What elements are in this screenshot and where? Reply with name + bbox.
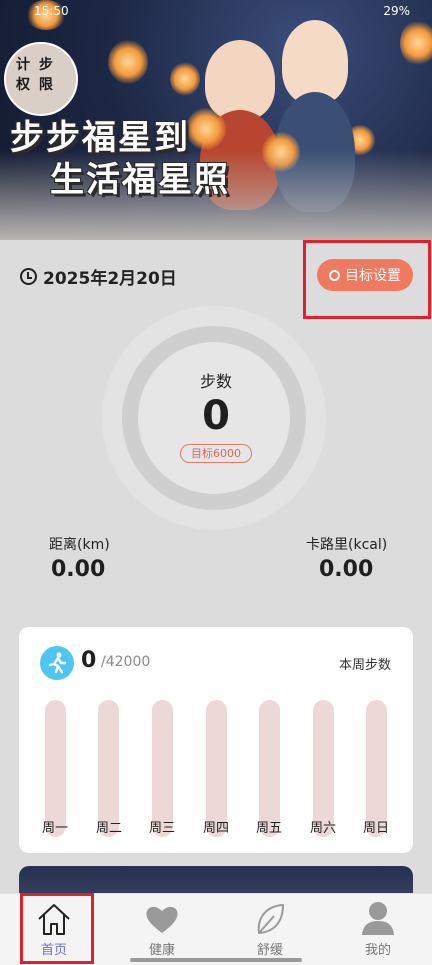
tab-mine-label: 我的 xyxy=(364,943,391,958)
running-icon xyxy=(40,646,74,680)
weekly-total: 0 xyxy=(81,648,97,673)
heart-icon xyxy=(146,906,178,933)
calories-value: 0.00 xyxy=(319,557,374,582)
calories-label: 卡路里(kcal) xyxy=(306,537,388,553)
steps-value: 0 xyxy=(202,393,230,439)
badge-line1: 计 步 xyxy=(16,57,55,73)
badge-line2: 权 限 xyxy=(16,77,55,93)
tab-relax-label: 舒缓 xyxy=(256,943,283,958)
step-permission-badge[interactable]: 计 步 权 限 xyxy=(4,42,78,116)
day-label-wed: 周三 xyxy=(148,821,175,836)
day-label-mon: 周一 xyxy=(41,821,68,836)
tab-health-label: 健康 xyxy=(148,943,175,958)
lantern-glow xyxy=(108,40,148,84)
leaf-icon xyxy=(257,904,284,934)
tab-health[interactable]: 健康 xyxy=(108,894,216,965)
status-bar: 15:50 29% xyxy=(0,0,432,24)
step-goal-chip: 目标6000 xyxy=(180,444,252,463)
gesture-bar xyxy=(130,958,302,962)
day-label-sat: 周六 xyxy=(309,821,336,836)
slogan-line2: 生活福星照 xyxy=(50,160,230,200)
distance-label: 距离(km) xyxy=(49,537,110,553)
highlight-box-goal xyxy=(303,240,431,319)
day-label-sun: 周日 xyxy=(362,821,389,836)
lantern-glow xyxy=(400,20,432,66)
lantern-glow xyxy=(170,62,200,96)
day-label-thu: 周四 xyxy=(202,821,229,836)
status-battery: 29% xyxy=(383,4,410,18)
tab-mine[interactable]: 我的 xyxy=(324,894,432,965)
day-label-fri: 周五 xyxy=(255,821,282,836)
clock-icon xyxy=(20,267,37,285)
distance-value: 0.00 xyxy=(51,557,106,582)
status-time: 15:50 xyxy=(34,4,69,18)
steps-label: 步数 xyxy=(199,372,232,391)
current-date: 2025年2月20日 xyxy=(43,268,177,289)
day-label-tue: 周二 xyxy=(95,821,122,836)
weekly-target: /42000 xyxy=(101,654,151,670)
weekly-title: 本周步数 xyxy=(338,658,391,673)
tab-relax[interactable]: 舒缓 xyxy=(216,894,324,965)
user-icon xyxy=(362,902,394,935)
banner-image[interactable]: 15:50 29% 计 步 权 限 步步福星到 生活福星照 xyxy=(0,0,432,240)
date-row: 2025年2月20日 xyxy=(20,264,177,289)
weekly-steps-card[interactable]: 0 /42000 本周步数 周一 周二 周三 周四 周五 周六 周日 xyxy=(19,627,413,853)
highlight-box-home xyxy=(20,893,94,964)
lantern-glow xyxy=(186,108,226,150)
girl-figure xyxy=(205,40,275,120)
